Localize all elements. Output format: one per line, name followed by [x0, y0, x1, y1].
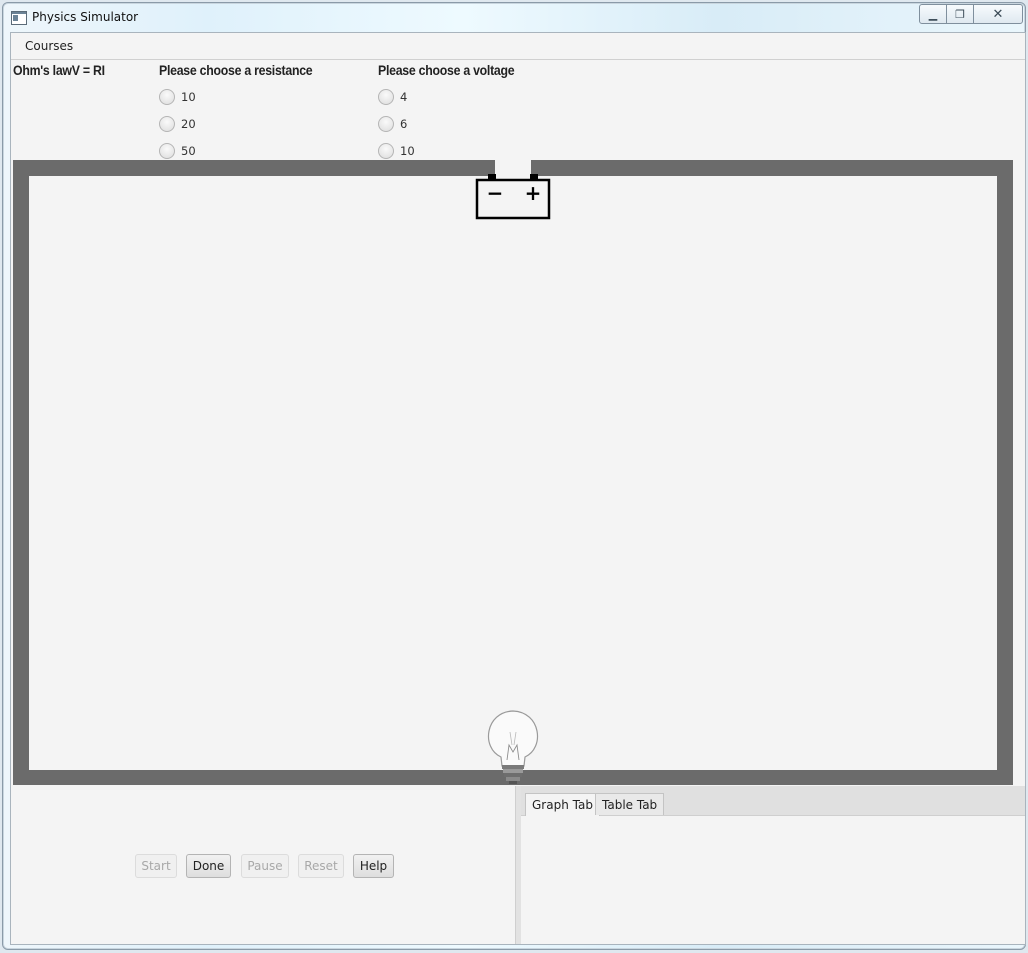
window-title: Physics Simulator	[32, 10, 139, 24]
tab-graph[interactable]: Graph Tab	[525, 793, 600, 816]
minimize-icon: ▁	[928, 7, 938, 21]
voltage-radio-6[interactable]: 6	[378, 116, 407, 132]
battery-icon: − +	[475, 174, 551, 220]
help-button[interactable]: Help	[353, 854, 394, 878]
close-icon: ✕	[992, 6, 1004, 22]
voltage-option-label: 4	[400, 90, 408, 104]
results-tab-pane: Graph Tab Table Tab	[521, 786, 1025, 944]
title-bar: Physics Simulator ▁ ❐ ✕	[3, 3, 1025, 31]
menu-courses[interactable]: Courses	[25, 39, 73, 53]
radio-circle[interactable]	[159, 89, 175, 105]
resistance-option-label: 50	[181, 144, 196, 158]
voltage-heading: Please choose a voltage	[378, 62, 515, 78]
voltage-radio-4[interactable]: 4	[378, 89, 407, 105]
close-button[interactable]: ✕	[973, 4, 1023, 24]
resistance-heading: Please choose a resistance	[159, 62, 313, 78]
radio-circle[interactable]	[378, 143, 394, 159]
formula-title: Ohm's lawV = RI	[13, 62, 105, 78]
voltage-option-label: 6	[400, 117, 408, 131]
client-area: Courses Ohm's lawV = RI Please choose a …	[10, 32, 1026, 945]
voltage-option-label: 10	[400, 144, 415, 158]
circuit-diagram: − +	[13, 160, 1013, 785]
pause-button[interactable]: Pause	[241, 854, 289, 878]
resistance-radio-10[interactable]: 10	[159, 89, 196, 105]
wire-loop	[13, 160, 1013, 785]
tab-header: Graph Tab Table Tab	[521, 786, 1025, 816]
resistance-radio-50[interactable]: 50	[159, 143, 196, 159]
radio-circle[interactable]	[378, 116, 394, 132]
radio-circle[interactable]	[159, 143, 175, 159]
radio-circle[interactable]	[378, 89, 394, 105]
resistance-option-label: 20	[181, 117, 196, 131]
app-icon	[11, 11, 27, 25]
reset-button[interactable]: Reset	[298, 854, 344, 878]
battery-minus-label: −	[487, 181, 504, 205]
voltage-radio-10[interactable]: 10	[378, 143, 415, 159]
resistance-radio-20[interactable]: 20	[159, 116, 196, 132]
restore-icon: ❐	[955, 7, 965, 21]
menu-bar: Courses	[11, 33, 1025, 60]
resistance-option-label: 10	[181, 90, 196, 104]
app-window: Physics Simulator ▁ ❐ ✕ Courses Ohm's la…	[2, 2, 1026, 950]
minimize-button[interactable]: ▁	[919, 4, 947, 24]
tab-table[interactable]: Table Tab	[595, 793, 665, 815]
radio-circle[interactable]	[159, 116, 175, 132]
battery-plus-label: +	[525, 181, 542, 205]
start-button[interactable]: Start	[135, 854, 177, 878]
done-button[interactable]: Done	[186, 854, 231, 878]
maximize-button[interactable]: ❐	[946, 4, 974, 24]
